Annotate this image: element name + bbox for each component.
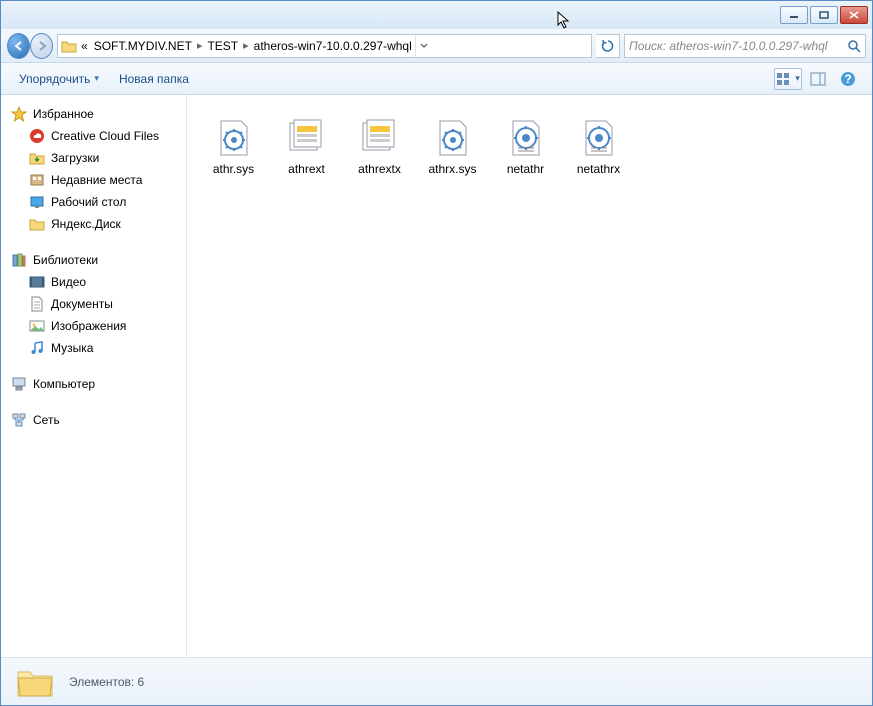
sidebar-item-creative-cloud[interactable]: Creative Cloud Files bbox=[11, 125, 186, 147]
recent-places-icon bbox=[29, 172, 45, 188]
search-input[interactable]: Поиск: atheros-win7-10.0.0.297-whql bbox=[624, 34, 866, 58]
breadcrumb-segment[interactable]: atheros-win7-10.0.0.297-whql bbox=[251, 39, 415, 53]
file-icon bbox=[429, 116, 477, 160]
file-item[interactable]: athrextx bbox=[343, 111, 416, 181]
desktop-icon bbox=[29, 194, 45, 210]
search-placeholder: Поиск: atheros-win7-10.0.0.297-whql bbox=[629, 39, 827, 53]
computer-group: Компьютер bbox=[11, 373, 186, 395]
video-icon bbox=[29, 274, 45, 290]
file-item[interactable]: athrx.sys bbox=[416, 111, 489, 181]
file-icon bbox=[356, 116, 404, 160]
folder-icon bbox=[60, 37, 78, 55]
libraries-icon bbox=[11, 252, 27, 268]
sidebar-item-recent[interactable]: Недавние места bbox=[11, 169, 186, 191]
mouse-cursor-icon bbox=[557, 11, 571, 29]
preview-pane-button[interactable] bbox=[804, 68, 832, 90]
file-icon bbox=[502, 116, 550, 160]
svg-text:?: ? bbox=[844, 72, 851, 86]
file-item[interactable]: athrext bbox=[270, 111, 343, 181]
breadcrumb-segment[interactable]: TEST bbox=[204, 39, 241, 53]
status-text: Элементов: 6 bbox=[69, 675, 144, 689]
refresh-button[interactable] bbox=[596, 34, 620, 58]
network-group: Сеть bbox=[11, 409, 186, 431]
search-icon bbox=[847, 39, 861, 53]
close-button[interactable] bbox=[840, 6, 868, 24]
favorites-header[interactable]: Избранное bbox=[11, 103, 186, 125]
creative-cloud-icon bbox=[29, 128, 45, 144]
address-bar[interactable]: « SOFT.MYDIV.NET ▸ TEST ▸ atheros-win7-1… bbox=[57, 34, 592, 58]
sidebar-item-documents[interactable]: Документы bbox=[11, 293, 186, 315]
new-folder-button[interactable]: Новая папка bbox=[111, 68, 197, 90]
libraries-group: Библиотеки Видео Документы Изображения М… bbox=[11, 249, 186, 359]
chevron-down-icon: ▾ bbox=[94, 73, 99, 84]
help-button[interactable]: ? bbox=[834, 68, 862, 90]
file-icon bbox=[575, 116, 623, 160]
star-icon bbox=[11, 106, 27, 122]
music-icon bbox=[29, 340, 45, 356]
chevron-right-icon: ▸ bbox=[195, 39, 205, 52]
computer-header[interactable]: Компьютер bbox=[11, 373, 186, 395]
file-label: netathrx bbox=[577, 162, 620, 176]
folder-icon bbox=[29, 216, 45, 232]
computer-icon bbox=[11, 376, 27, 392]
file-label: athrextx bbox=[358, 162, 401, 176]
network-icon bbox=[11, 412, 27, 428]
toolbar: Упорядочить ▾ Новая папка ▾ ? bbox=[1, 63, 872, 95]
file-label: athrext bbox=[288, 162, 325, 176]
organize-button[interactable]: Упорядочить ▾ bbox=[11, 68, 107, 90]
explorer-window: « SOFT.MYDIV.NET ▸ TEST ▸ atheros-win7-1… bbox=[0, 0, 873, 706]
sidebar-item-music[interactable]: Музыка bbox=[11, 337, 186, 359]
chevron-down-icon: ▾ bbox=[795, 73, 800, 84]
toolbar-right: ▾ ? bbox=[774, 68, 862, 90]
file-icon bbox=[210, 116, 258, 160]
navigation-bar: « SOFT.MYDIV.NET ▸ TEST ▸ atheros-win7-1… bbox=[1, 29, 872, 63]
file-label: athr.sys bbox=[213, 162, 254, 176]
network-header[interactable]: Сеть bbox=[11, 409, 186, 431]
breadcrumb-prefix[interactable]: « bbox=[78, 39, 91, 53]
window-controls bbox=[780, 6, 868, 24]
breadcrumb-segment[interactable]: SOFT.MYDIV.NET bbox=[91, 39, 195, 53]
pictures-icon bbox=[29, 318, 45, 334]
view-mode-button[interactable]: ▾ bbox=[774, 68, 802, 90]
sidebar-item-videos[interactable]: Видео bbox=[11, 271, 186, 293]
sidebar-item-downloads[interactable]: Загрузки bbox=[11, 147, 186, 169]
forward-button[interactable] bbox=[30, 33, 53, 59]
back-button[interactable] bbox=[7, 33, 30, 59]
file-list[interactable]: athr.sys athrext athrextx athrx.sys netathr n… bbox=[187, 95, 872, 657]
sidebar-item-pictures[interactable]: Изображения bbox=[11, 315, 186, 337]
titlebar bbox=[1, 1, 872, 29]
downloads-icon bbox=[29, 150, 45, 166]
address-dropdown[interactable] bbox=[415, 35, 433, 57]
chevron-right-icon: ▸ bbox=[241, 39, 251, 52]
nav-buttons bbox=[7, 32, 53, 60]
body: Избранное Creative Cloud Files Загрузки … bbox=[1, 95, 872, 657]
document-icon bbox=[29, 296, 45, 312]
sidebar-item-desktop[interactable]: Рабочий стол bbox=[11, 191, 186, 213]
file-label: netathr bbox=[507, 162, 544, 176]
file-icon bbox=[283, 116, 331, 160]
sidebar-item-yandex-disk[interactable]: Яндекс.Диск bbox=[11, 213, 186, 235]
file-item[interactable]: athr.sys bbox=[197, 111, 270, 181]
navigation-pane: Избранное Creative Cloud Files Загрузки … bbox=[1, 95, 187, 657]
maximize-button[interactable] bbox=[810, 6, 838, 24]
file-item[interactable]: netathrx bbox=[562, 111, 635, 181]
file-label: athrx.sys bbox=[428, 162, 476, 176]
status-bar: Элементов: 6 bbox=[1, 657, 872, 705]
file-item[interactable]: netathr bbox=[489, 111, 562, 181]
folder-icon bbox=[15, 662, 55, 702]
libraries-header[interactable]: Библиотеки bbox=[11, 249, 186, 271]
favorites-group: Избранное Creative Cloud Files Загрузки … bbox=[11, 103, 186, 235]
minimize-button[interactable] bbox=[780, 6, 808, 24]
